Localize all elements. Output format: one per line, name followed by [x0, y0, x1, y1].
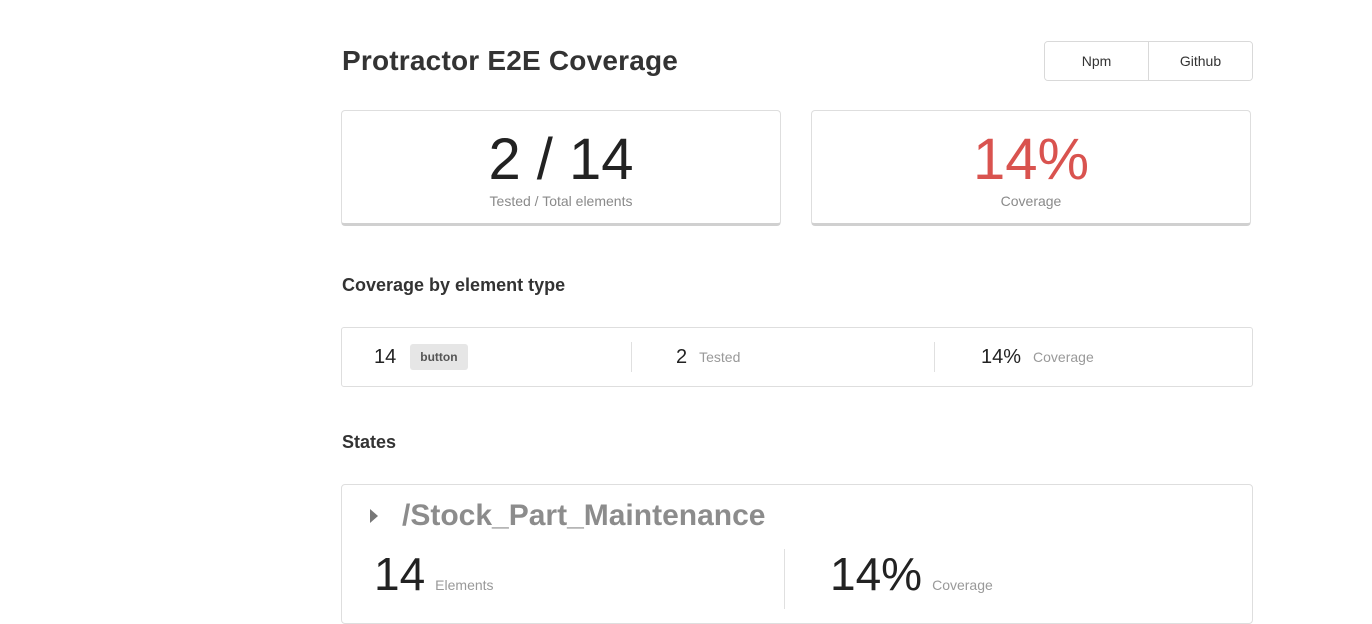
state-coverage-label: Coverage [932, 577, 993, 593]
coverage-value: 14% [972, 127, 1090, 192]
row-divider [631, 342, 632, 372]
element-type-row: 14 button 2 Tested 14% Coverage [341, 327, 1253, 387]
coverage-card: 14% Coverage [811, 110, 1251, 226]
tested-total-card: 2 / 14 Tested / Total elements [341, 110, 781, 226]
state-name: /Stock_Part_Maintenance [402, 499, 766, 532]
state-divider [784, 549, 785, 609]
page-header: Protractor E2E Coverage Npm Github [341, 40, 1253, 84]
row-divider [934, 342, 935, 372]
links-button-group: Npm Github [1044, 41, 1253, 81]
type-count: 14 [374, 345, 397, 368]
npm-button[interactable]: Npm [1045, 42, 1148, 80]
coverage-caption: Coverage [1000, 193, 1062, 209]
page-title: Protractor E2E Coverage [342, 45, 679, 76]
type-tested-cell: 2 Tested [676, 328, 740, 386]
type-coverage-cell: 14% Coverage [981, 328, 1094, 386]
caret-right-icon [370, 509, 378, 523]
coverage-by-type-heading: Coverage by element type [342, 275, 566, 295]
states-heading: States [342, 432, 397, 452]
type-tested-label: Tested [699, 349, 741, 365]
tested-total-value: 2 / 14 [488, 127, 634, 192]
state-coverage-value: 14% [830, 548, 923, 600]
state-elements-label: Elements [435, 577, 494, 593]
type-coverage-label: Coverage [1033, 349, 1094, 365]
type-coverage-value: 14% [981, 345, 1022, 368]
state-coverage-stat: 14% Coverage [830, 549, 993, 599]
state-toggle[interactable]: /Stock_Part_Maintenance [370, 499, 765, 533]
state-card: /Stock_Part_Maintenance 14 Elements 14% … [341, 484, 1253, 624]
github-button[interactable]: Github [1148, 42, 1252, 80]
state-elements-count: 14 [374, 548, 426, 600]
type-count-cell: 14 button [374, 328, 468, 386]
state-elements-stat: 14 Elements [374, 549, 494, 599]
type-tested-count: 2 [676, 345, 688, 368]
element-type-badge: button [410, 344, 468, 370]
tested-total-caption: Tested / Total elements [489, 193, 633, 209]
